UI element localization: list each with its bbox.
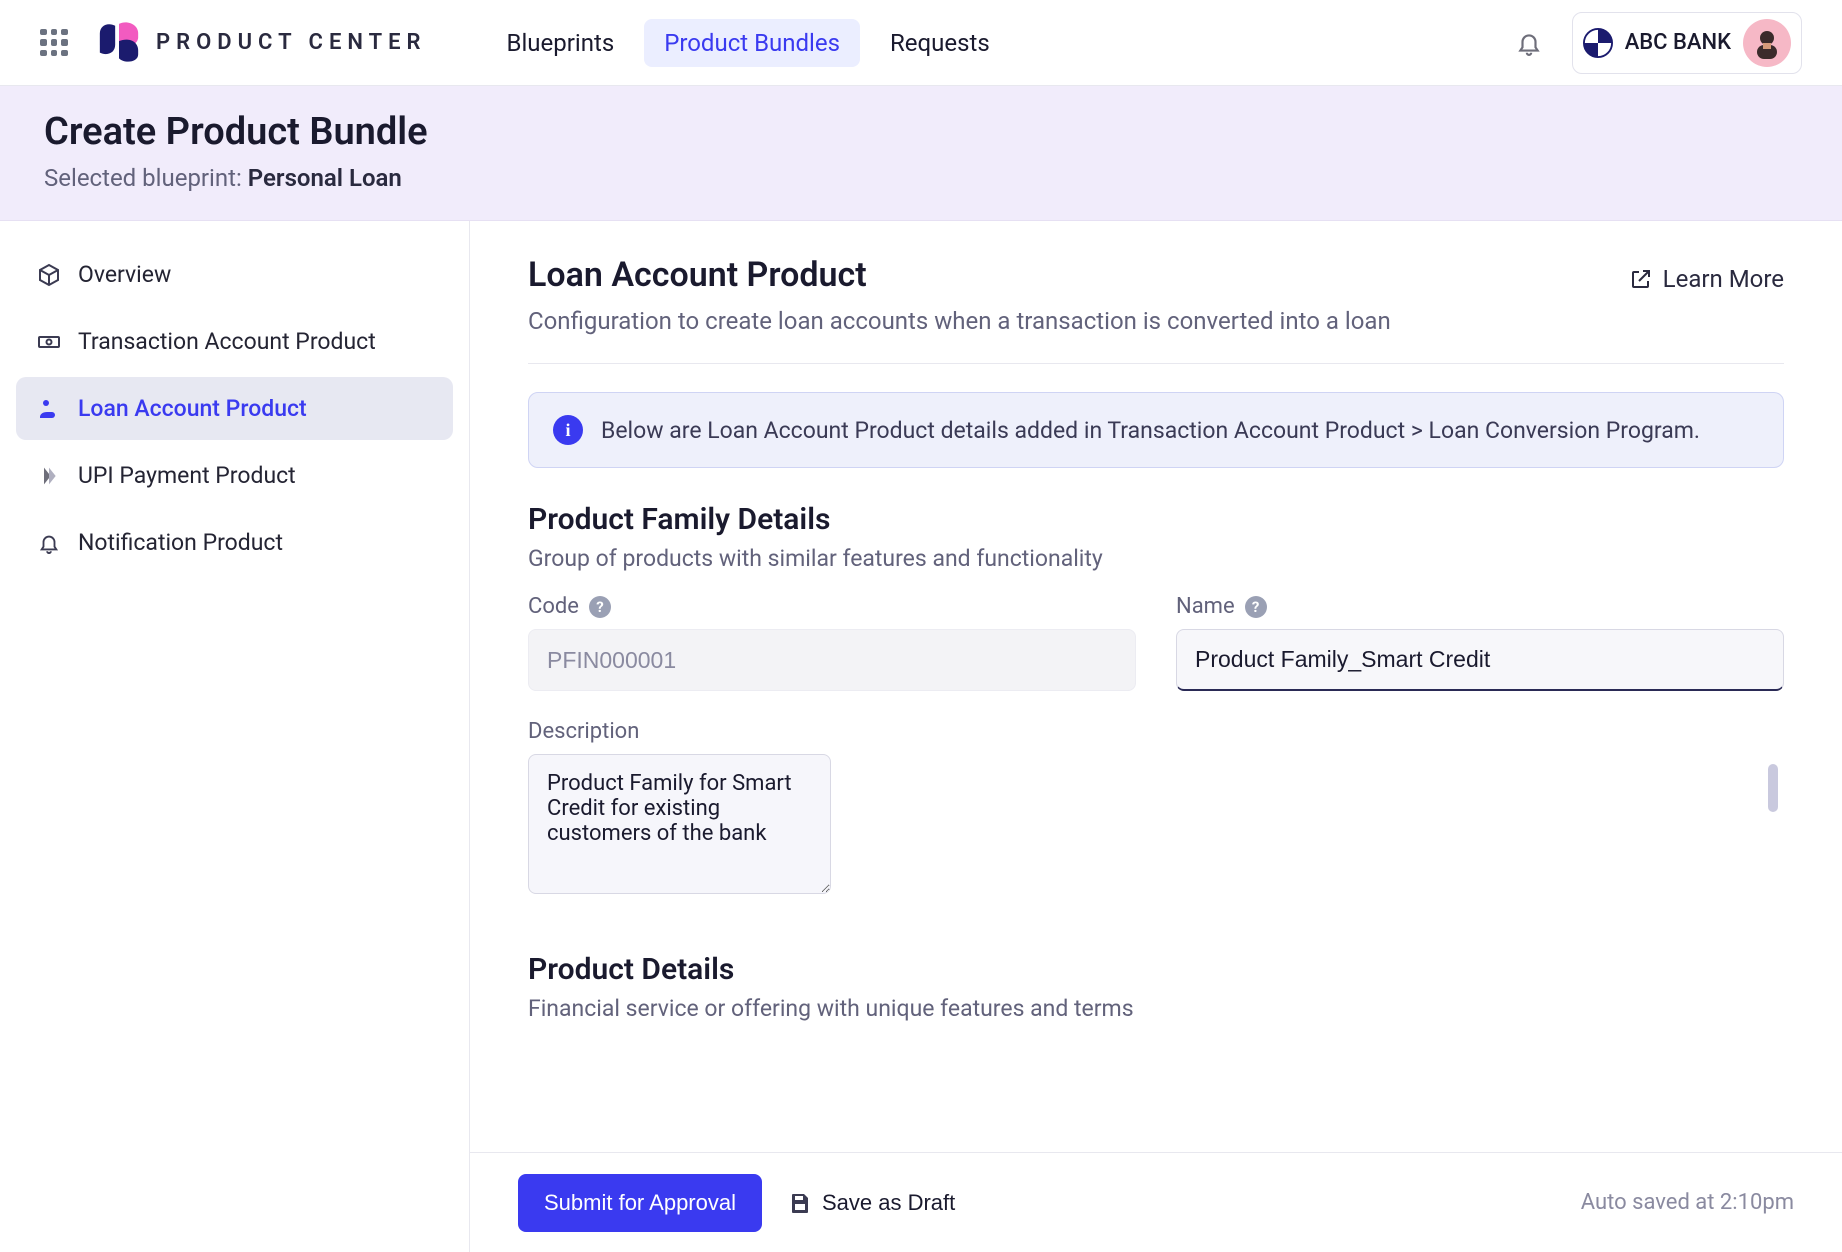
divider	[528, 363, 1784, 364]
code-input	[528, 629, 1136, 691]
autosave-status: Auto saved at 2:10pm	[1581, 1190, 1794, 1215]
description-label: Description	[528, 719, 639, 744]
scrollbar-thumb[interactable]	[1768, 764, 1778, 812]
nav-tabs: Blueprints Product Bundles Requests	[487, 19, 1010, 67]
sidebar-item-loan-account-product[interactable]: Loan Account Product	[16, 377, 453, 440]
tenant-switcher[interactable]: ABC BANK	[1572, 12, 1802, 74]
tenant-name: ABC BANK	[1625, 30, 1731, 55]
selected-blueprint-name: Personal Loan	[248, 164, 402, 192]
section-subtitle: Configuration to create loan accounts wh…	[528, 307, 1391, 335]
sidebar-item-upi-payment-product[interactable]: UPI Payment Product	[16, 444, 453, 507]
cash-icon	[36, 329, 62, 355]
nav-tab-product-bundles[interactable]: Product Bundles	[644, 19, 860, 67]
info-icon: i	[553, 415, 583, 445]
sidebar: Overview Transaction Account Product	[0, 221, 470, 1252]
nav-tab-blueprints[interactable]: Blueprints	[487, 19, 635, 67]
page-header: Create Product Bundle Selected blueprint…	[0, 86, 1842, 221]
field-code: Code ?	[528, 594, 1136, 691]
description-textarea[interactable]	[528, 754, 831, 894]
save-as-draft-button[interactable]: Save as Draft	[788, 1190, 955, 1216]
hand-coin-icon	[36, 396, 62, 422]
page-subtitle: Selected blueprint: Personal Loan	[44, 164, 1798, 192]
product-family-title: Product Family Details	[528, 502, 1784, 537]
cube-icon	[36, 262, 62, 288]
tenant-icon	[1583, 28, 1613, 58]
sidebar-item-label: UPI Payment Product	[78, 462, 296, 489]
help-icon[interactable]: ?	[1245, 596, 1267, 618]
top-nav: PRODUCT CENTER Blueprints Product Bundle…	[0, 0, 1842, 86]
sidebar-item-overview[interactable]: Overview	[16, 243, 453, 306]
sidebar-item-label: Notification Product	[78, 529, 283, 556]
notifications-icon[interactable]	[1516, 30, 1542, 56]
nav-tab-requests[interactable]: Requests	[870, 19, 1010, 67]
field-description: Description	[528, 719, 1784, 898]
learn-more-label: Learn More	[1663, 265, 1784, 293]
footer-action-bar: Submit for Approval Save as Draft Auto s…	[470, 1152, 1842, 1252]
save-as-draft-label: Save as Draft	[822, 1190, 955, 1216]
sidebar-item-label: Transaction Account Product	[78, 328, 376, 355]
bell-icon	[36, 530, 62, 556]
product-family-desc: Group of products with similar features …	[528, 545, 1784, 572]
page-title: Create Product Bundle	[44, 110, 1798, 154]
apps-grid-icon[interactable]	[40, 29, 68, 57]
help-icon[interactable]: ?	[589, 596, 611, 618]
name-input[interactable]	[1176, 629, 1784, 691]
section-title: Loan Account Product	[528, 255, 1391, 295]
info-banner-text: Below are Loan Account Product details a…	[601, 417, 1700, 444]
product-details-desc: Financial service or offering with uniqu…	[528, 995, 1784, 1022]
brand-title: PRODUCT CENTER	[156, 30, 427, 55]
save-icon	[788, 1191, 812, 1215]
sidebar-item-notification-product[interactable]: Notification Product	[16, 511, 453, 574]
sidebar-item-label: Loan Account Product	[78, 395, 307, 422]
product-center-logo	[96, 20, 142, 66]
page-subtitle-prefix: Selected blueprint:	[44, 164, 248, 192]
main-content: Loan Account Product Configuration to cr…	[470, 221, 1842, 1252]
upi-icon	[36, 463, 62, 489]
code-label: Code	[528, 594, 579, 619]
learn-more-link[interactable]: Learn More	[1629, 265, 1784, 293]
sidebar-item-label: Overview	[78, 261, 171, 288]
product-details-title: Product Details	[528, 952, 1784, 987]
user-avatar[interactable]	[1743, 19, 1791, 67]
submit-for-approval-button[interactable]: Submit for Approval	[518, 1174, 762, 1232]
info-banner: i Below are Loan Account Product details…	[528, 392, 1784, 468]
sidebar-item-transaction-account-product[interactable]: Transaction Account Product	[16, 310, 453, 373]
external-link-icon	[1629, 267, 1653, 291]
name-label: Name	[1176, 594, 1235, 619]
field-name: Name ?	[1176, 594, 1784, 691]
